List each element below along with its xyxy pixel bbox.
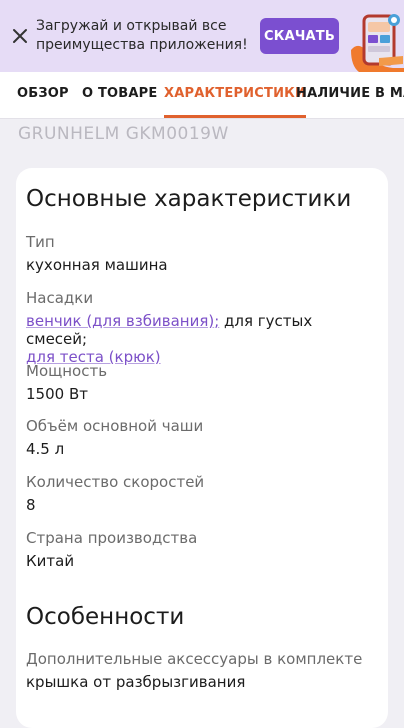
- spec-label-power: Мощность: [26, 362, 108, 380]
- spec-label-country: Страна производства: [26, 529, 198, 547]
- spec-value-accessories: крышка от разбрызгивания: [26, 673, 246, 691]
- banner-message: Загружай и открывай все преимущества при…: [36, 18, 248, 53]
- phone-promo-icon: [351, 14, 404, 72]
- attachment-link-whisk[interactable]: венчик (для взбивания): [26, 312, 214, 330]
- spec-label-accessories: Дополнительные аксессуары в комплекте: [26, 650, 363, 668]
- attachment-separator: ;: [214, 312, 220, 330]
- spec-label-bowl-volume: Объём основной чаши: [26, 417, 204, 435]
- spec-value-type: кухонная машина: [26, 256, 168, 274]
- spec-value-attachments: венчик (для взбивания); для густых смесе…: [26, 312, 376, 366]
- spec-label-type: Тип: [26, 233, 55, 251]
- spec-value-bowl-volume: 4.5 л: [26, 440, 65, 458]
- tab-overview[interactable]: ОБЗОР: [17, 72, 69, 118]
- spec-value-speeds: 8: [26, 496, 36, 514]
- download-button[interactable]: СКАЧАТЬ: [260, 18, 339, 54]
- spec-value-power: 1500 Вт: [26, 385, 88, 403]
- close-icon[interactable]: [10, 26, 30, 46]
- spec-label-attachments: Насадки: [26, 289, 94, 307]
- tab-store-availability[interactable]: НАЛИЧИЕ В МАГАЗ: [296, 72, 404, 118]
- app-download-banner: Загружай и открывай все преимущества при…: [0, 0, 404, 72]
- section-title-features: Особенности: [26, 604, 185, 630]
- tab-specifications[interactable]: ХАРАКТЕРИСТИКИ: [164, 72, 307, 118]
- specs-card: Основные характеристики Тип кухонная маш…: [16, 168, 388, 728]
- spec-label-speeds: Количество скоростей: [26, 473, 205, 491]
- section-title-main: Основные характеристики: [26, 186, 352, 212]
- product-model: GRUNHELM GKM0019W: [18, 124, 229, 144]
- spec-value-country: Китай: [26, 552, 75, 570]
- tab-about-product[interactable]: О ТОВАРЕ: [82, 72, 157, 118]
- tab-bar: ОБЗОР О ТОВАРЕ ХАРАКТЕРИСТИКИ НАЛИЧИЕ В …: [0, 72, 404, 118]
